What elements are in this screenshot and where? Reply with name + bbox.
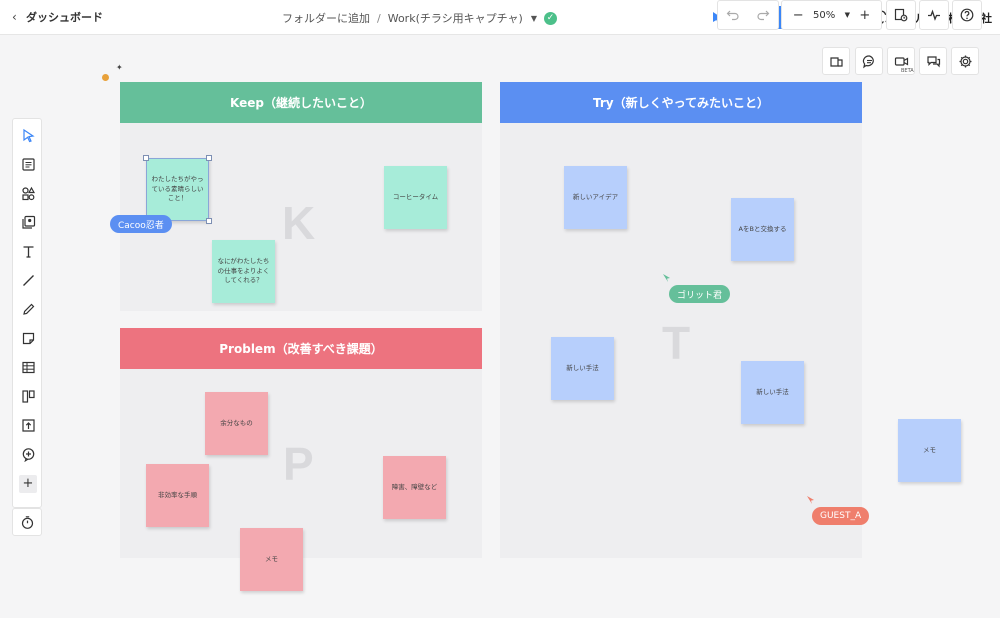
frame-icon bbox=[21, 389, 35, 403]
zoom-level[interactable]: 50% bbox=[813, 10, 835, 21]
sticky-note[interactable]: 新しい手法 bbox=[741, 361, 804, 424]
history-controls bbox=[717, 0, 779, 30]
problem-frame-title: Problem（改善すべき課題） bbox=[120, 328, 482, 369]
breadcrumb-separator: / bbox=[377, 11, 381, 25]
add-comment-icon bbox=[22, 447, 34, 462]
chat-button[interactable] bbox=[919, 47, 947, 75]
keep-frame-title: Keep（継続したいこと） bbox=[120, 82, 482, 123]
text-tool[interactable] bbox=[13, 238, 43, 264]
shapes-icon bbox=[21, 186, 35, 200]
activity-icon bbox=[928, 9, 940, 21]
image-library-icon bbox=[21, 215, 35, 229]
template-tool[interactable] bbox=[13, 151, 43, 177]
try-frame[interactable]: Try（新しくやってみたいこと） T bbox=[500, 82, 862, 558]
sticky-note[interactable]: 非効率な手順 bbox=[146, 464, 209, 527]
gear-icon bbox=[959, 55, 971, 67]
pages-icon bbox=[894, 8, 908, 22]
sticky-note[interactable]: 余分なもの bbox=[205, 392, 268, 455]
back-label: ダッシュボード bbox=[26, 11, 103, 24]
timer-button[interactable] bbox=[12, 508, 42, 536]
help-icon bbox=[960, 8, 974, 22]
comments-button[interactable] bbox=[855, 47, 883, 75]
sticky-note[interactable]: コーヒータイム bbox=[384, 166, 447, 229]
chevron-left-icon: ‹ bbox=[12, 10, 17, 24]
keep-frame-letter: K bbox=[282, 197, 316, 249]
line-tool[interactable] bbox=[13, 267, 43, 293]
more-tools-button[interactable]: + bbox=[13, 471, 43, 497]
sticky-note[interactable]: 障害、障壁など bbox=[383, 456, 446, 519]
collaborator-label-cacoo: Cacoo忍者 bbox=[110, 215, 172, 233]
add-comment-tool[interactable] bbox=[13, 441, 43, 467]
try-frame-title: Try（新しくやってみたいこと） bbox=[500, 82, 862, 123]
import-button[interactable] bbox=[822, 47, 850, 75]
activity-button[interactable] bbox=[919, 0, 949, 30]
collaborator-label-guest: GUEST_A bbox=[812, 507, 870, 525]
help-button[interactable] bbox=[952, 0, 982, 30]
saved-check-icon: ✓ bbox=[543, 11, 557, 25]
chat-icon bbox=[926, 55, 940, 67]
zoom-controls: − 50% ▼ + bbox=[781, 0, 882, 30]
select-tool[interactable] bbox=[13, 122, 43, 148]
resize-handle[interactable] bbox=[206, 155, 212, 161]
collaborator-pointer-icon bbox=[663, 274, 670, 282]
settings-button[interactable] bbox=[951, 47, 979, 75]
zoom-dropdown-icon[interactable]: ▼ bbox=[845, 11, 850, 19]
sticky-note[interactable]: なにがわたしたちの仕事をよりよくしてくれる？ bbox=[212, 240, 275, 303]
pen-tool[interactable] bbox=[13, 296, 43, 322]
shapes-tool[interactable] bbox=[13, 180, 43, 206]
sticky-note[interactable]: 新しいアイデア bbox=[564, 166, 627, 229]
pen-icon bbox=[22, 303, 34, 315]
resize-handle[interactable] bbox=[143, 155, 149, 161]
canvas-origin-marker bbox=[102, 74, 109, 81]
collaborator-pointer-icon bbox=[807, 496, 814, 504]
title-dropdown-icon[interactable]: ▼ bbox=[531, 14, 537, 23]
breadcrumb: フォルダーに追加 / Work(チラシ用キャプチャ) ▼ ✓ bbox=[282, 10, 557, 26]
document-title[interactable]: Work(チラシ用キャプチャ) bbox=[388, 10, 523, 26]
canvas-sparkle: ✦ bbox=[116, 63, 123, 72]
select-icon bbox=[22, 128, 35, 142]
problem-frame-letter: P bbox=[283, 438, 314, 490]
text-icon bbox=[23, 245, 33, 258]
plus-icon: + bbox=[19, 475, 37, 493]
sticky-note[interactable]: 新しい手法 bbox=[551, 337, 614, 400]
add-to-folder-link[interactable]: フォルダーに追加 bbox=[282, 10, 370, 26]
table-icon bbox=[21, 361, 35, 373]
page-list-button[interactable] bbox=[886, 0, 916, 30]
sticky-note[interactable]: AをBと交換する bbox=[731, 198, 794, 261]
sticky-note[interactable]: メモ bbox=[240, 528, 303, 591]
import-icon bbox=[829, 56, 843, 67]
selection-box bbox=[146, 158, 209, 221]
sticky-note-icon bbox=[22, 332, 34, 344]
comment-icon bbox=[862, 54, 874, 68]
zoom-in-button[interactable]: + bbox=[859, 8, 870, 23]
upload-icon bbox=[21, 418, 35, 432]
collaborator-label-gorit: ゴリット君 bbox=[669, 285, 731, 303]
resize-handle[interactable] bbox=[206, 218, 212, 224]
image-library-tool[interactable] bbox=[13, 209, 43, 235]
redo-icon[interactable] bbox=[756, 8, 770, 22]
sticky-note[interactable]: メモ bbox=[898, 419, 961, 482]
video-icon bbox=[894, 56, 908, 66]
zoom-out-button[interactable]: − bbox=[793, 8, 804, 23]
undo-icon[interactable] bbox=[726, 8, 740, 22]
try-frame-letter: T bbox=[662, 317, 691, 369]
template-icon bbox=[21, 157, 35, 171]
timer-icon bbox=[21, 515, 33, 529]
back-to-dashboard-link[interactable]: ‹ ダッシュボード bbox=[12, 9, 103, 25]
frame-tool[interactable] bbox=[13, 383, 43, 409]
table-tool[interactable] bbox=[13, 354, 43, 380]
upload-tool[interactable] bbox=[13, 412, 43, 438]
left-toolbar: + bbox=[12, 118, 42, 508]
beta-badge: BETA bbox=[901, 68, 914, 74]
sticky-note-tool[interactable] bbox=[13, 325, 43, 351]
line-icon bbox=[22, 274, 34, 286]
